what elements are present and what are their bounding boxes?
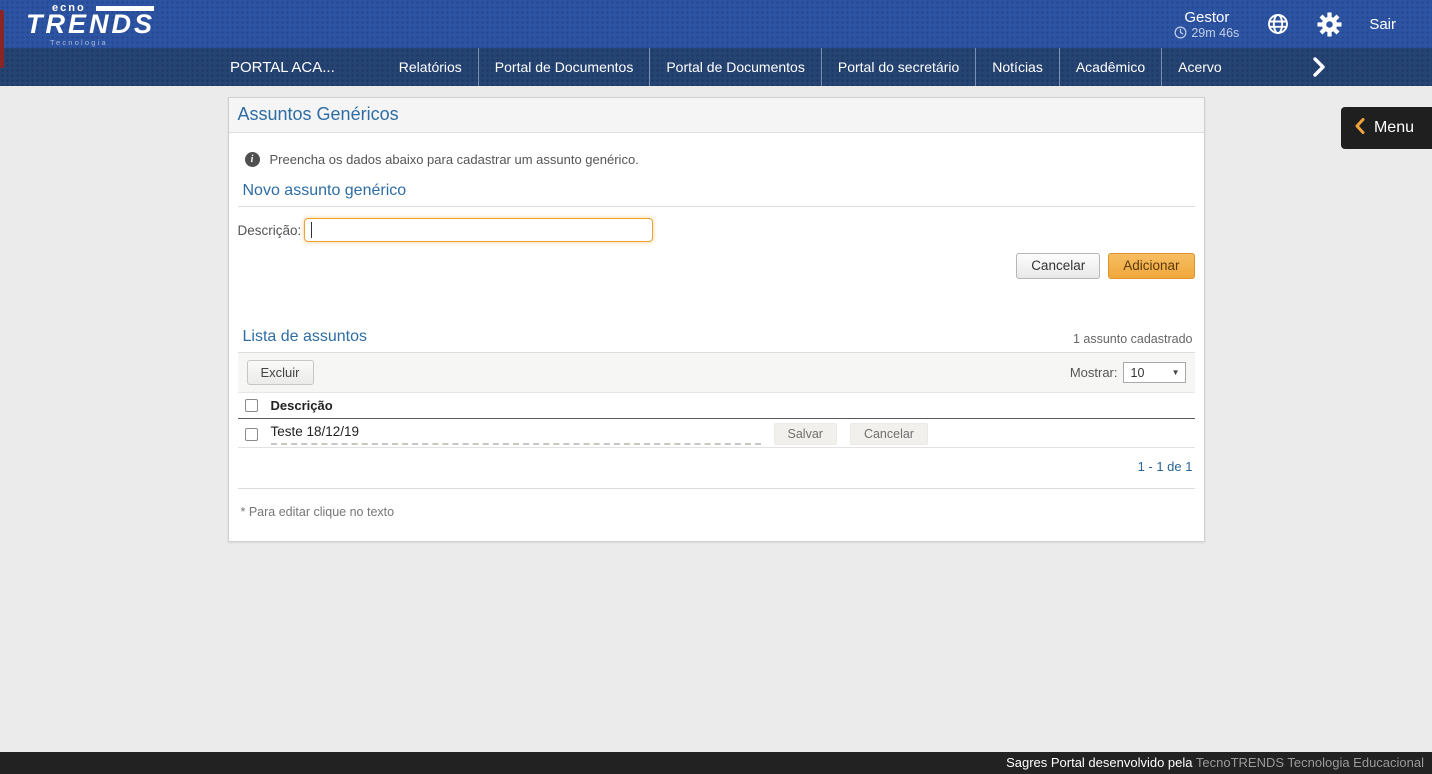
row-cancel-button[interactable]: Cancelar [849,423,928,446]
logout-link[interactable]: Sair [1369,16,1396,33]
delete-button[interactable]: Excluir [246,360,314,386]
nav-item-portal-documentos-1[interactable]: Portal de Documentos [477,48,650,86]
page-title: Assuntos Genéricos [237,104,399,124]
description-label: Descrição: [237,222,302,238]
edit-hint-footnote: * Para editar clique no texto [240,505,395,520]
panel-body: i Preencha os dados abaixo para cadastra… [229,133,1204,541]
show-label: Mostrar: [1069,365,1118,381]
dropdown-arrow-icon: ▼ [1171,368,1180,378]
portal-title[interactable]: PORTAL ACA... [230,48,335,86]
nav-item-academico[interactable]: Acadêmico [1058,48,1161,86]
nav-item-relatorios[interactable]: Relatórios [383,48,478,86]
menu-toggle-button[interactable]: Menu [1340,107,1432,149]
record-count: 1 assunto cadastrado [1072,332,1193,347]
show-count-value: 10 [1130,365,1145,380]
select-all-checkbox[interactable] [244,399,258,413]
footer-bar: Sagres Portal desenvolvido pela TecnoTRE… [0,752,1432,774]
left-edge-tab[interactable] [0,10,4,68]
nav-items: Relatórios Portal de Documentos Portal d… [383,48,1238,86]
session-timer: 29m 46s [1191,25,1240,40]
info-text: Preencha os dados abaixo para cadastrar … [269,152,639,167]
info-icon: i [244,152,260,167]
list-section-title: Lista de assuntos [242,328,368,346]
nav-item-acervo[interactable]: Acervo [1161,48,1238,86]
logo-main-text: TRENDS [26,9,156,39]
info-message: i Preencha os dados abaixo para cadastra… [238,133,1195,167]
row-save-button[interactable]: Salvar [773,423,837,446]
globe-icon[interactable] [1266,12,1290,36]
footer-brand-link[interactable]: TecnoTRENDS Tecnologia Educacional [1196,755,1424,770]
description-form-row: Descrição: [238,207,1195,242]
clock-icon [1174,26,1187,39]
add-button[interactable]: Adicionar [1108,253,1195,280]
user-name: Gestor [1184,8,1230,26]
app-logo[interactable]: ecno TRENDS Tecnologia Educacional [22,1,172,56]
description-input[interactable] [303,218,653,242]
nav-item-noticias[interactable]: Notícias [975,48,1059,86]
new-subject-section-heading: Novo assunto genérico [237,167,1195,207]
form-buttons: Cancelar Adicionar [238,242,1195,280]
pagination: 1 - 1 de 1 [237,448,1195,490]
cancel-button[interactable]: Cancelar [1016,253,1101,280]
topbar-right: Gestor 29m 46s Sair [1174,9,1432,40]
list-toolbar: Excluir Mostrar: 10 ▼ [237,353,1195,394]
table-header-row: Descrição [237,393,1195,420]
user-session[interactable]: Gestor 29m 46s [1174,9,1239,40]
text-caret [310,222,312,238]
topbar: ecno TRENDS Tecnologia Educacional Gesto… [0,0,1432,56]
chevron-right-icon[interactable] [1312,48,1326,86]
show-count-select[interactable]: 10 ▼ [1122,362,1186,384]
panel-header: Assuntos Genéricos [228,98,1204,133]
footer-text: Sagres Portal desenvolvido pela [1006,755,1196,770]
pagination-text[interactable]: 1 - 1 de 1 [1138,459,1193,474]
column-header-descricao: Descrição [270,398,333,414]
section-title: Novo assunto genérico [242,182,407,199]
row-description-editable[interactable]: Teste 18/12/19 [270,424,761,445]
gear-icon[interactable] [1317,11,1342,37]
navbar: PORTAL ACA... Relatórios Portal de Docum… [0,48,1432,86]
menu-tab-label: Menu [1373,119,1414,136]
subject-list-section-heading: Lista de assuntos 1 assunto cadastrado [237,313,1195,354]
assuntos-genericos-panel: Assuntos Genéricos i Preencha os dados a… [227,97,1205,543]
row-checkbox[interactable] [244,427,258,441]
nav-item-portal-secretario[interactable]: Portal do secretário [820,48,975,86]
table-row: Teste 18/12/19 Salvar Cancelar [237,419,1195,449]
nav-item-portal-documentos-2[interactable]: Portal de Documentos [649,48,821,86]
chevron-left-icon [1355,117,1365,139]
